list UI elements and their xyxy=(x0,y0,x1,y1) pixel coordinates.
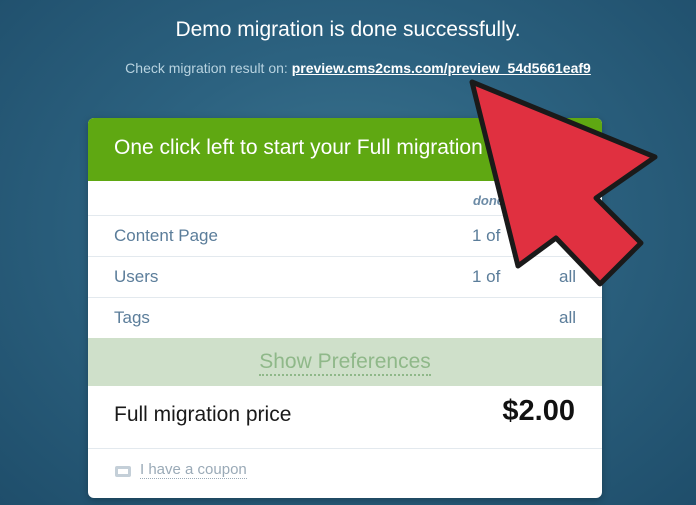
arrow-icon xyxy=(469,79,658,287)
